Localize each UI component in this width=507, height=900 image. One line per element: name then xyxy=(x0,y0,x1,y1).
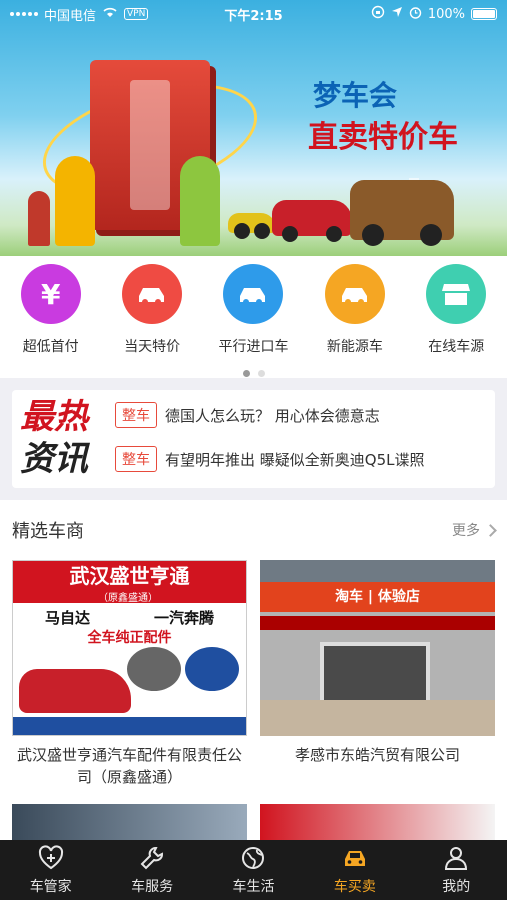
banner-car xyxy=(228,213,276,239)
vpn-badge: VPN xyxy=(124,8,149,20)
category-parallel-import[interactable]: 平行进口车 xyxy=(207,264,299,356)
dealer-name: 武汉盛世亨通汽车配件有限责任公司（原鑫盛通） xyxy=(16,746,242,786)
lock-rotation-icon xyxy=(371,5,385,23)
globe-icon xyxy=(242,847,265,869)
news-headline: 德国人怎么玩？ 用心体会德意志 xyxy=(165,406,380,425)
category-grid: ¥ 超低首付 当天特价 平行进口车 新能源车 在线车源 xyxy=(0,256,507,378)
news-headline: 有望明年推出 曝疑似全新奥迪Q5L谍照 xyxy=(165,450,425,469)
tab-car-life[interactable]: 车生活 xyxy=(208,844,298,896)
more-link[interactable]: 更多 xyxy=(452,520,497,540)
hot-news-logo: 最热 资讯 xyxy=(20,397,88,479)
page-indicator xyxy=(0,370,507,377)
category-label: 新能源车 xyxy=(326,339,383,355)
status-bar: 中国电信 VPN 下午2:15 100% xyxy=(0,0,507,28)
user-icon xyxy=(445,847,468,870)
wrench-icon xyxy=(140,847,164,870)
location-icon xyxy=(391,6,403,22)
category-label: 超低首付 xyxy=(22,339,79,355)
promo-banner[interactable]: 梦车会 直卖特价车 xyxy=(0,0,507,256)
dealer-photo: 淘车 | 体验店 xyxy=(260,560,495,736)
banner-title: 梦车会 xyxy=(313,79,398,112)
tab-car-butler[interactable]: 车管家 xyxy=(6,844,96,896)
dealer-photo[interactable] xyxy=(12,804,247,844)
dealer-name: 孝感市东皓汽贸有限公司 xyxy=(294,746,460,764)
banner-subtitle: 直卖特价车 xyxy=(308,120,458,155)
battery-icon xyxy=(471,8,497,20)
wifi-icon xyxy=(102,6,118,22)
yen-icon: ¥ xyxy=(20,264,81,324)
tab-car-service[interactable]: 车服务 xyxy=(107,844,197,896)
banner-person xyxy=(180,156,220,246)
signal-icon xyxy=(10,12,38,16)
store-icon xyxy=(426,264,487,324)
banner-car xyxy=(350,180,454,246)
mazda-logo xyxy=(127,647,181,691)
banner-person xyxy=(28,191,50,246)
car-price-icon xyxy=(122,264,183,324)
car-icon xyxy=(344,851,365,866)
category-label: 当天特价 xyxy=(124,339,181,355)
bottom-tab-bar: 车管家 车服务 车生活 车买卖 我的 xyxy=(0,840,507,900)
car-import-icon xyxy=(223,264,284,324)
category-online-source[interactable]: 在线车源 xyxy=(410,264,502,356)
carrier-label: 中国电信 xyxy=(44,8,97,24)
banner-car xyxy=(272,200,352,242)
category-label: 平行进口车 xyxy=(218,339,289,355)
dealer-card[interactable]: 武汉盛世亨通 （原鑫盛通） 马自达 一汽奔腾 全车纯正配件 武汉盛世亨通汽车配件… xyxy=(12,560,247,788)
dealer-photo[interactable] xyxy=(260,804,495,844)
section-title: 精选车商 xyxy=(12,521,84,542)
category-low-down-payment[interactable]: ¥ 超低首付 xyxy=(5,264,97,356)
news-item[interactable]: 整车 有望明年推出 曝疑似全新奥迪Q5L谍照 xyxy=(115,446,424,472)
category-new-energy[interactable]: 新能源车 xyxy=(309,264,401,356)
clock: 下午2:15 xyxy=(224,8,283,24)
tab-profile[interactable]: 我的 xyxy=(411,844,501,896)
more-dealer-cards xyxy=(12,804,495,844)
dealer-photo: 武汉盛世亨通 （原鑫盛通） 马自达 一汽奔腾 全车纯正配件 xyxy=(12,560,247,736)
news-tag: 整车 xyxy=(115,402,157,428)
tab-car-trade[interactable]: 车买卖 xyxy=(310,844,400,896)
alarm-icon xyxy=(409,6,422,23)
heart-plus-icon xyxy=(38,845,63,870)
car-energy-icon xyxy=(324,264,385,324)
category-label: 在线车源 xyxy=(428,339,485,355)
faw-logo xyxy=(185,647,239,691)
hot-news-panel: 最热 资讯 整车 德国人怎么玩？ 用心体会德意志 整车 有望明年推出 曝疑似全新… xyxy=(12,390,495,488)
featured-dealers: 精选车商 更多 武汉盛世亨通 （原鑫盛通） 马自达 一汽奔腾 全车纯正配件 武汉… xyxy=(0,500,507,840)
news-item[interactable]: 整车 德国人怎么玩？ 用心体会德意志 xyxy=(115,402,380,428)
category-daily-special[interactable]: 当天特价 xyxy=(106,264,198,356)
dealer-card[interactable]: 淘车 | 体验店 孝感市东皓汽贸有限公司 xyxy=(260,560,495,788)
chevron-right-icon xyxy=(484,523,497,537)
news-tag: 整车 xyxy=(115,446,157,472)
battery-percent: 100% xyxy=(427,6,465,22)
banner-person xyxy=(55,156,95,246)
